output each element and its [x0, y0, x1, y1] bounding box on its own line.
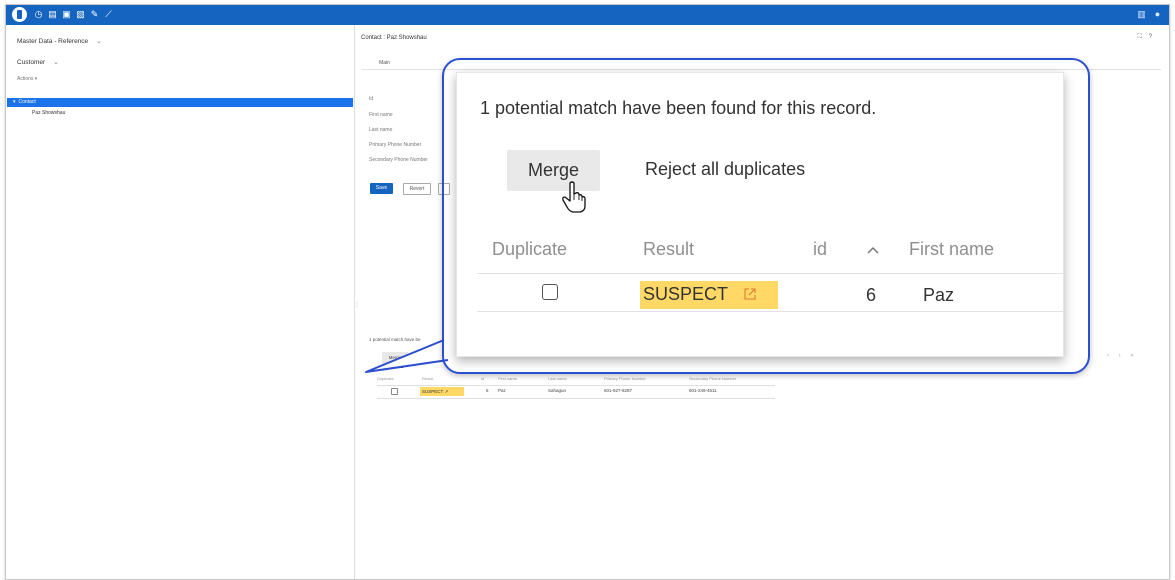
doc-edit-icon[interactable]: ▧	[75, 9, 86, 20]
tree-item-contact[interactable]: ▾ Contact	[7, 98, 353, 107]
result-badge[interactable]: SUSPECT	[640, 281, 778, 309]
field-label-primary-phone: Primary Phone Number	[369, 142, 422, 148]
chevron-down-icon: ⌄	[53, 59, 59, 66]
cell-first-name: Paz	[923, 285, 955, 305]
small-col-primary-phone: Primary Phone Number	[604, 376, 646, 381]
tree-item-record[interactable]: Paz Showshau	[32, 110, 65, 116]
clock-icon[interactable]: ◷	[33, 9, 44, 20]
table-header-divider	[477, 273, 1063, 274]
actions-label: Actions	[17, 76, 34, 82]
save-button[interactable]: Save	[370, 183, 393, 194]
col-id[interactable]: id	[813, 239, 827, 260]
field-label-id: Id	[369, 96, 374, 102]
small-duplicate-checkbox[interactable]	[391, 388, 398, 395]
document-icon[interactable]: ▤	[47, 9, 58, 20]
small-cell-primary-phone: 601-927-8287	[604, 388, 633, 393]
top-app-bar: ◷ ▤ ▣ ▧ ✎ ⟋ ▥ ●	[6, 5, 1169, 25]
expand-icon[interactable]: ⛶	[1137, 34, 1148, 40]
cell-id: 6	[866, 285, 877, 305]
small-col-first-name: First name	[498, 376, 517, 381]
pager-controls[interactable]: ‹ › »	[1107, 353, 1138, 359]
field-label-last-name: Last name	[369, 127, 393, 133]
small-col-id: id	[481, 376, 485, 381]
result-text: SUSPECT	[643, 284, 729, 304]
table-row-divider	[477, 311, 1063, 312]
wrench-icon[interactable]: ⟋	[103, 9, 114, 20]
model-selector[interactable]: Master Data - Reference ⌄	[17, 37, 102, 45]
actions-menu[interactable]: Actions ▾	[17, 76, 37, 82]
app-logo-icon[interactable]	[12, 7, 27, 22]
small-cell-last-name: Sahagun	[548, 388, 567, 393]
grid-icon[interactable]: ▥	[1136, 9, 1147, 20]
col-first-name[interactable]: First name	[909, 239, 994, 260]
field-label-first-name: First name	[369, 112, 393, 118]
model-title: Master Data - Reference	[17, 38, 89, 45]
small-cell-first-name: Paz	[498, 388, 506, 393]
left-panel: Master Data - Reference ⌄ Customer ⌄ Actio…	[6, 25, 355, 579]
revert-button[interactable]: Revert	[403, 183, 431, 195]
sort-ascending-icon[interactable]	[866, 243, 880, 257]
col-duplicate[interactable]: Duplicate	[492, 239, 567, 260]
header-icons: ⛶?	[1137, 34, 1159, 41]
match-message: 1 potential match have been found for th…	[480, 98, 877, 118]
chevron-down-icon: ▾	[13, 99, 16, 105]
small-table-header-line	[377, 385, 775, 386]
pin-icon[interactable]: ✎	[89, 9, 100, 20]
hand-cursor-icon	[562, 181, 586, 213]
small-cell-secondary-phone: 601-249-4511	[689, 388, 717, 393]
small-col-secondary-phone: Secondary Phone Number	[689, 376, 737, 381]
field-label-secondary-phone: Secondary Phone Number	[369, 157, 428, 163]
col-result[interactable]: Result	[643, 239, 694, 260]
external-link-icon[interactable]	[743, 287, 757, 301]
small-result-badge[interactable]: SUSPECT ↗	[420, 387, 464, 396]
duplicate-checkbox[interactable]	[542, 284, 558, 300]
small-cell-id: 6	[486, 388, 489, 393]
folder-icon[interactable]: ▣	[61, 9, 72, 20]
small-col-last-name: Last name	[548, 376, 567, 381]
reject-all-duplicates-button[interactable]: Reject all duplicates	[645, 159, 805, 180]
user-icon[interactable]: ●	[1152, 9, 1163, 20]
entity-selector[interactable]: Customer ⌄	[17, 58, 59, 66]
help-icon[interactable]: ?	[1149, 34, 1159, 40]
small-result-text: SUSPECT	[422, 389, 444, 394]
duplicates-panel: 1 potential match have been found for th…	[456, 72, 1064, 357]
small-table-row-line	[377, 398, 775, 399]
tree-item-label: Contact	[18, 99, 36, 105]
entity-label: Customer	[17, 59, 46, 66]
record-title: Contact : Paz Showshau	[361, 35, 427, 41]
chevron-down-icon: ⌄	[96, 38, 102, 45]
